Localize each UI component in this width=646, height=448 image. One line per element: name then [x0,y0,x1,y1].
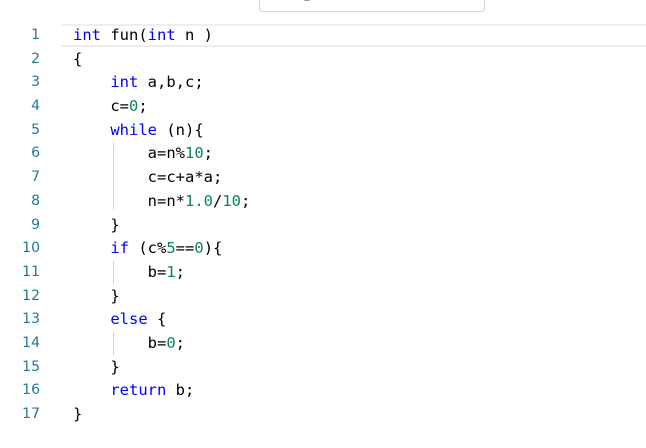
code-line[interactable]: while (n){ [73,119,250,143]
code-token: } [73,286,120,305]
line-number: 9 [31,216,40,233]
code-token: b; [166,381,195,400]
code-token: c= [73,97,129,116]
indent-guide-while-body [113,143,114,209]
code-token: b= [73,262,167,281]
line-number: 17 [22,406,40,422]
line-number: 4 [31,98,40,115]
number-token: 0 [194,239,204,258]
code-token: n=n* [73,191,185,210]
code-token: { [147,310,167,329]
line-number: 2 [31,50,40,67]
code-token: } [73,357,120,376]
code-editor[interactable]: 1 2 3 4 5 6 7 8 9 10 11 12 13 14 15 16 17 int fun(int n … [0,0,646,448]
indent-guide-else-body [113,332,114,355]
line-number: 10 [22,240,40,257]
code-token: } [73,405,83,423]
code-token: ; [203,144,213,163]
code-token: ; [241,191,251,210]
code-line[interactable]: b=0; [73,332,250,356]
find-widget[interactable] [259,0,485,12]
code-token: (c% [129,239,167,258]
line-number: 11 [22,263,40,280]
keyword-token: int [147,26,176,44]
line-number: 12 [22,287,40,304]
keyword-token: return [110,381,167,400]
line-number-gutter[interactable]: 1 2 3 4 5 6 7 8 9 10 11 12 13 14 15 16 17 [0,24,50,427]
code-line[interactable]: return b; [73,379,250,403]
line-number: 7 [31,169,40,186]
line-number: 15 [22,358,40,375]
keyword-token: if [110,239,129,258]
code-token: a,b,c; [138,73,204,92]
number-token: 1.0 [184,191,213,210]
line-number: 3 [31,74,40,91]
find-widget-mark [304,0,310,1]
code-line[interactable]: } [73,214,250,238]
code-line[interactable]: int a,b,c; [73,71,250,95]
code-token: c=c+a*a; [73,168,223,187]
code-token: ){ [203,239,223,258]
number-token: 5 [166,239,176,258]
code-token: (n){ [157,120,204,139]
line-number: 1 [31,27,40,43]
code-token: ; [175,333,186,352]
line-number: 8 [31,192,40,209]
code-area[interactable]: int fun(int n ){ int a,b,c; c=0; while (… [73,24,250,427]
code-line[interactable]: } [73,285,250,309]
code-token: fun( [101,26,148,44]
code-line[interactable]: a=n%10; [73,142,250,166]
number-token: 0 [129,97,139,116]
code-line[interactable]: c=c+a*a; [73,166,250,190]
line-number: 6 [31,145,40,162]
keyword-token: int [73,26,101,44]
keyword-token: int [110,73,139,92]
code-line[interactable]: n=n*1.0/10; [73,190,251,214]
number-token: 10 [222,191,241,210]
code-line[interactable]: } [73,356,250,380]
code-line[interactable]: else { [73,308,250,332]
keyword-token: else [110,310,148,329]
code-line[interactable]: int fun(int n ) [73,24,250,48]
indent-guide-if-body [113,261,114,284]
keyword-token: while [110,120,157,139]
line-number: 13 [22,311,40,328]
number-token: 10 [184,144,204,163]
code-token: { [73,49,83,68]
number-token: 1 [166,262,176,281]
code-token: a=n% [73,144,185,163]
code-line[interactable]: } [73,403,250,427]
code-line[interactable]: if (c%5==0){ [73,237,250,261]
line-number: 14 [22,334,40,351]
code-token: b= [73,333,167,352]
line-number: 16 [22,382,40,399]
number-token: 0 [166,333,176,352]
code-token: n ) [175,26,213,44]
code-token: ; [138,97,148,116]
code-line[interactable]: c=0; [73,95,250,119]
code-token: / [212,191,223,210]
code-line[interactable]: { [73,48,250,72]
code-line[interactable]: b=1; [73,261,250,285]
code-token: == [175,239,195,258]
line-number: 5 [31,121,40,138]
code-token: } [73,215,120,234]
code-token: ; [175,262,186,281]
